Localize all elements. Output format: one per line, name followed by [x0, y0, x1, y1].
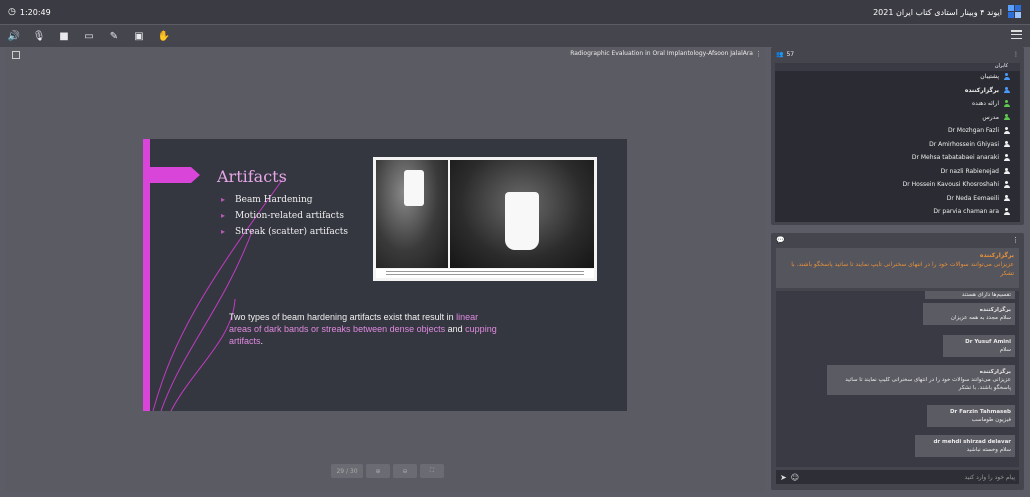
pen-icon[interactable]: ✎: [108, 30, 120, 42]
chat-message: Dr Farzin Tahmaseb فیزیون طوماسب: [927, 405, 1015, 427]
raise-hand-icon[interactable]: ✋: [158, 30, 170, 42]
user-list-item[interactable]: Dr Hossein Kavousi Khosroshahi: [903, 181, 1010, 188]
user-icon: [1003, 127, 1010, 134]
pinned-notice: برگزارکننده عزیزانی می‌توانند سوالات خود…: [776, 248, 1019, 288]
user-icon: [1003, 113, 1010, 121]
bullet-item: Motion-related artifacts: [221, 211, 348, 221]
meeting-title: 2021 ایوند ۴ وبینار استادی کتاب ایران: [873, 7, 1002, 17]
user-name: ارائه دهنده: [972, 100, 999, 107]
more-options-icon[interactable]: ⋮: [755, 50, 762, 58]
para-text: Two types of beam hardening artifacts ex…: [229, 312, 457, 322]
chat-icon: 💬: [776, 236, 785, 244]
user-name: Dr Hossein Kavousi Khosroshahi: [902, 181, 999, 188]
user-list-item[interactable]: برگزارکننده: [964, 86, 1010, 94]
user-list-item[interactable]: مدرس: [982, 113, 1010, 121]
notice-text: عزیزانی می‌توانند سوالات خود را در انتها…: [791, 261, 1014, 277]
para-text: and: [445, 324, 466, 334]
expand-icon[interactable]: [12, 51, 20, 59]
slide-bullets: Beam Hardening Motion-related artifacts …: [221, 195, 348, 243]
bullet-item: Beam Hardening: [221, 195, 348, 205]
para-text: .: [260, 336, 264, 346]
user-list-item[interactable]: ارائه دهنده: [972, 100, 1010, 107]
xray-caption: [376, 269, 594, 278]
user-name: Dr Mozhgan Fazli: [947, 127, 999, 134]
user-name: Dr Mehsa tabatabaei anaraki: [911, 154, 999, 161]
camera-icon[interactable]: ■: [58, 30, 70, 42]
chat-message: Dr Yusuf Amini سلام: [943, 335, 1015, 357]
user-count: 57: [786, 50, 795, 58]
slide-pager: 29 / 30 ⊕ ⊖ ⛶: [331, 464, 444, 478]
chat-message: dr mehdi shirzad delavar سلام وخسته نباشی…: [915, 435, 1015, 457]
chat-message: تقسیم‌ها دارای هستند: [925, 291, 1015, 299]
user-icon: [1003, 194, 1010, 202]
session-timer: ◷ 1:20:49: [8, 7, 51, 17]
chat-input-placeholder: پیام خود را وارد کنید: [964, 473, 1015, 481]
speaker-icon[interactable]: 🔊: [8, 30, 20, 42]
user-name: Dr parvia chaman ara: [933, 208, 999, 215]
zoom-out-icon[interactable]: ⊖: [393, 464, 417, 478]
clock-icon: ◷: [8, 7, 16, 17]
users-menu-icon[interactable]: ⋮: [1013, 51, 1019, 58]
emoji-icon[interactable]: ☺: [791, 473, 799, 482]
chat-messages: تقسیم‌ها دارای هستند برگزارکننده سلام مجد…: [776, 291, 1019, 467]
user-icon: [1003, 181, 1010, 188]
user-list-item[interactable]: Dr Mehsa tabatabaei anaraki: [912, 154, 1010, 161]
user-list-item[interactable]: Dr Amirhossein Ghiyasi: [929, 140, 1010, 148]
screen-share-icon[interactable]: ▭: [83, 30, 95, 42]
user-name: برگزارکننده: [964, 86, 999, 94]
slide-accent-bar: [143, 139, 150, 411]
user-icon: [1003, 100, 1010, 107]
mic-muted-icon[interactable]: 🎙: [33, 30, 46, 42]
chat-message: برگزارکننده عزیزانی می‌توانند سوالات خود …: [827, 365, 1015, 395]
users-header: کابران: [775, 63, 1020, 71]
slide-title-flag: [150, 167, 200, 183]
app-logo: [1008, 5, 1022, 19]
user-name: Dr Amirhossein Ghiyasi: [929, 140, 999, 148]
zoom-in-icon[interactable]: ⊕: [366, 464, 390, 478]
presentation-title: Radiographic Evaluation in Oral Implanto…: [570, 50, 753, 57]
presentation-stage: Radiographic Evaluation in Oral Implanto…: [5, 47, 765, 492]
top-bar: ◷ 1:20:49 2021 ایوند ۴ وبینار استادی کتا…: [0, 0, 1030, 24]
fit-to-screen-icon[interactable]: ⛶: [420, 464, 444, 478]
user-icon: [1003, 73, 1010, 80]
user-icon: [1003, 167, 1010, 175]
user-name: Dr nazli Rabienejad: [940, 167, 999, 175]
user-icon: [1003, 208, 1010, 215]
elapsed-time: 1:20:49: [19, 7, 51, 17]
user-name: مدرس: [982, 113, 999, 121]
whiteboard-icon[interactable]: ▣: [133, 30, 145, 42]
slide-paragraph: Two types of beam hardening artifacts ex…: [229, 311, 499, 347]
xray-image-left: [376, 160, 448, 268]
user-list: کابران پشتیبان برگزارکننده ارائه دهنده مدرس…: [775, 63, 1020, 222]
slide-title: Artifacts: [217, 167, 287, 186]
user-name: پشتیبان: [980, 73, 999, 80]
chat-panel: 💬 ⋮ برگزارکننده عزیزانی می‌توانند سوالات…: [771, 233, 1024, 490]
users-panel: 👥 57 ⋮ کابران پشتیبان برگزارکننده ارائه ده…: [771, 47, 1024, 225]
chat-menu-icon[interactable]: ⋮: [1012, 236, 1019, 244]
xray-figure: [373, 157, 597, 281]
user-list-item[interactable]: Dr parvia chaman ara: [933, 208, 1010, 215]
bullet-item: Streak (scatter) artifacts: [221, 227, 348, 237]
user-icon: [1003, 140, 1010, 148]
page-indicator: 29 / 30: [331, 464, 363, 478]
hamburger-menu-icon[interactable]: [1011, 30, 1022, 39]
user-list-item[interactable]: Dr Mozhgan Fazli: [948, 127, 1010, 134]
users-icon: 👥: [776, 50, 784, 58]
user-icon: [1003, 86, 1010, 94]
user-list-item[interactable]: پشتیبان: [980, 73, 1010, 80]
toolbar: 🔊 🎙 ■ ▭ ✎ ▣ ✋: [0, 25, 1030, 47]
user-list-item[interactable]: Dr Neda Eemaeili: [946, 194, 1010, 202]
notice-title: برگزارکننده: [979, 252, 1014, 259]
user-name: Dr Neda Eemaeili: [946, 194, 999, 202]
chat-input[interactable]: ➤ ☺ پیام خود را وارد کنید: [776, 470, 1019, 484]
chat-message: برگزارکننده سلام مجدد به همه عزیزان: [923, 303, 1015, 325]
user-list-item[interactable]: Dr nazli Rabienejad: [940, 167, 1010, 175]
user-icon: [1003, 154, 1010, 161]
send-icon[interactable]: ➤: [780, 473, 787, 482]
slide: Artifacts Beam Hardening Motion-related …: [143, 139, 627, 411]
xray-image-right: [450, 160, 594, 268]
